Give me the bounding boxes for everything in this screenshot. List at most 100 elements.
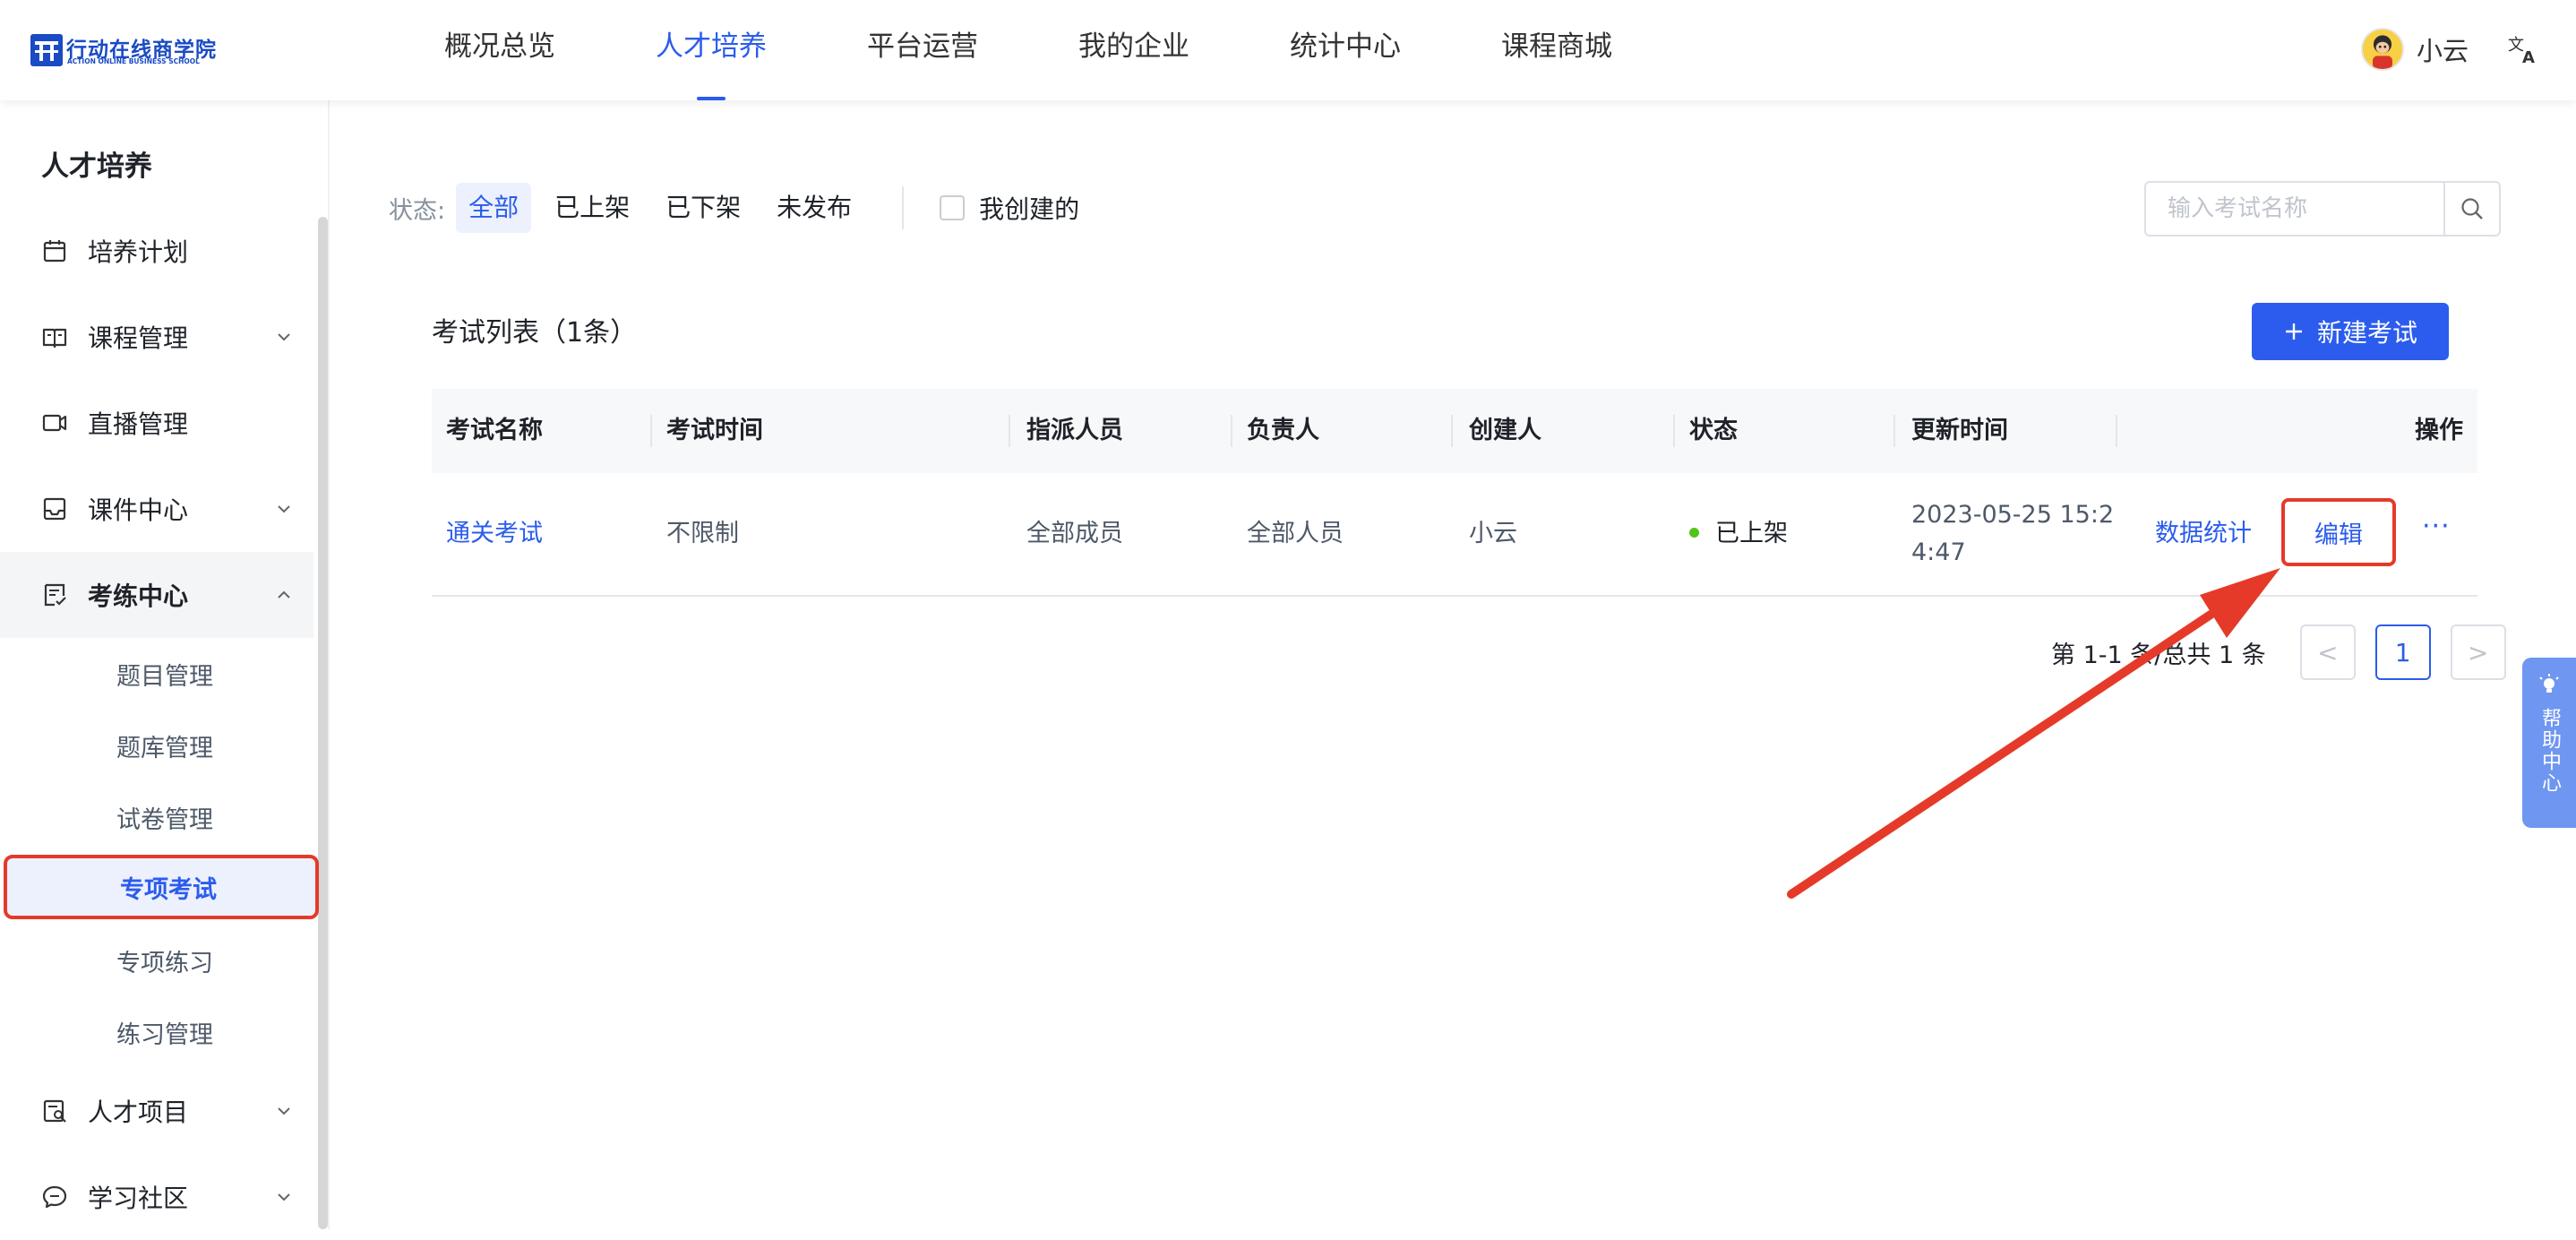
sidebar-item-label: 课程管理: [88, 323, 189, 353]
table-header: 考试名称 考试时间 指派人员 负责人 创建人 状态 更新时间 操作: [432, 389, 2477, 473]
sidebar-subitem-special-practice[interactable]: 专项练习: [0, 928, 313, 993]
page-1-button[interactable]: 1: [2374, 624, 2431, 680]
new-exam-label: 新建考试: [2316, 318, 2417, 348]
sidebar-item-label: 人才项目: [88, 1098, 189, 1127]
exam-list-title: 考试列表（1条）: [432, 317, 638, 349]
updated-time-line1: 2023-05-25 15:2: [1911, 501, 2115, 529]
person-search-icon: [43, 1099, 66, 1123]
column-separator: [1009, 415, 1010, 447]
top-header: 行动在线商学院 ACTION ONLINE BUSINESS SCHOOL 概况…: [0, 0, 2576, 100]
filter-unpublished[interactable]: 未发布: [764, 183, 864, 233]
exam-time: 不限制: [666, 520, 739, 547]
updated-time: 2023-05-25 15:2 4:47: [1911, 496, 2114, 577]
sidebar-item-live-management[interactable]: 直播管理: [0, 380, 313, 466]
sidebar-subitem-questions[interactable]: 题目管理: [0, 642, 313, 706]
main-nav: 概况总览 人才培养 平台运营 我的企业 统计中心 课程商城: [444, 0, 1713, 100]
nav-platform-ops[interactable]: 平台运营: [867, 0, 978, 100]
sidebar-subitem-papers[interactable]: 试卷管理: [0, 785, 313, 849]
status-text: 已上架: [1715, 520, 1788, 547]
exam-assignees: 全部成员: [1026, 520, 1123, 547]
column-header-actions: 操作: [2415, 417, 2463, 444]
svg-text:A: A: [2522, 48, 2535, 66]
chevron-down-icon: [278, 333, 290, 341]
column-separator: [2116, 415, 2117, 447]
table-row: 通关考试 不限制 全部成员 全部人员 小云 已上架 2023-05-25 15:…: [432, 473, 2477, 597]
more-actions-button[interactable]: ···: [2422, 473, 2451, 595]
column-header-time: 考试时间: [666, 417, 763, 444]
sidebar-item-label: 学习社区: [88, 1184, 189, 1213]
column-separator: [1673, 415, 1675, 447]
plus-icon: [2285, 323, 2302, 340]
sidebar-item-label: 考练中心: [88, 581, 189, 611]
nav-talent-training[interactable]: 人才培养: [656, 0, 767, 100]
sidebar-item-label: 课件中心: [88, 495, 189, 525]
logo-mark-icon: [30, 34, 63, 66]
sidebar-subitem-label: 专项考试: [120, 875, 217, 904]
column-header-updated: 更新时间: [1911, 417, 2008, 444]
column-header-creator: 创建人: [1469, 417, 1541, 444]
nav-overview[interactable]: 概况总览: [444, 0, 555, 100]
column-header-owner: 负责人: [1247, 417, 1319, 444]
checkbox-label: 我创建的: [979, 194, 1080, 224]
user-menu[interactable]: 小云: [2360, 27, 2469, 72]
calendar-icon: [43, 240, 66, 263]
sidebar-title: 人才培养: [41, 151, 152, 183]
status-filter-label: 状态:: [389, 196, 446, 225]
sidebar-scrollbar[interactable]: [318, 217, 328, 1229]
created-by-me-checkbox[interactable]: 我创建的: [940, 190, 1079, 226]
sidebar-item-course-management[interactable]: 课程管理: [0, 294, 313, 380]
translate-icon[interactable]: 文 A: [2506, 30, 2542, 66]
sidebar-subitem-special-exam[interactable]: 专项考试: [4, 855, 319, 919]
sidebar-item-label: 直播管理: [88, 409, 189, 439]
pagination: 第 1-1 条/总共 1 条 < 1 >: [2051, 624, 2506, 681]
sidebar: 人才培养 培养计划 课程管理 直播管理 课件中心 考练中心 题目管理 题库管理 …: [0, 100, 330, 1229]
search-button[interactable]: [2443, 183, 2499, 235]
help-center-widget[interactable]: 帮助中心: [2522, 658, 2576, 828]
status-dot: [1689, 528, 1699, 538]
nav-statistics[interactable]: 统计中心: [1290, 0, 1401, 100]
edit-button[interactable]: 编辑: [2281, 498, 2396, 566]
sidebar-subitem-label: 专项练习: [116, 949, 213, 977]
data-statistics-link[interactable]: 数据统计: [2155, 473, 2252, 595]
filter-delisted[interactable]: 已下架: [653, 183, 753, 233]
lightbulb-icon: [2539, 674, 2559, 693]
sidebar-subitem-practice-management[interactable]: 练习管理: [0, 1000, 313, 1064]
prev-page-button[interactable]: <: [2299, 624, 2356, 680]
sidebar-subitem-question-bank[interactable]: 题库管理: [0, 713, 313, 778]
sidebar-item-courseware[interactable]: 课件中心: [0, 466, 313, 552]
video-camera-icon: [42, 414, 67, 432]
chevron-up-icon: [278, 590, 290, 598]
column-header-name: 考试名称: [446, 417, 543, 444]
exam-owner: 全部人员: [1247, 520, 1344, 547]
sidebar-subitem-label: 题库管理: [116, 734, 213, 762]
sidebar-item-learning-community[interactable]: 学习社区: [0, 1154, 313, 1240]
filter-listed[interactable]: 已上架: [542, 183, 642, 233]
sidebar-item-talent-projects[interactable]: 人才项目: [0, 1068, 313, 1154]
filter-all[interactable]: 全部: [456, 183, 532, 233]
exam-name-link[interactable]: 通关考试: [446, 473, 543, 595]
edit-label: 编辑: [2314, 521, 2363, 549]
chevron-down-icon: [278, 1107, 290, 1115]
checkbox-box[interactable]: [940, 195, 966, 220]
nav-my-company[interactable]: 我的企业: [1078, 0, 1189, 100]
pagination-info: 第 1-1 条/总共 1 条: [2051, 641, 2266, 669]
new-exam-button[interactable]: 新建考试: [2252, 303, 2449, 360]
avatar: [2360, 28, 2404, 71]
column-separator: [1451, 415, 1453, 447]
inbox-icon: [43, 497, 66, 521]
sidebar-item-training-plan[interactable]: 培养计划: [0, 208, 313, 294]
search-input[interactable]: [2146, 183, 2442, 235]
column-separator: [1231, 415, 1232, 447]
sidebar-subitem-label: 试卷管理: [116, 805, 213, 834]
chat-icon: [42, 1185, 67, 1209]
nav-course-mall[interactable]: 课程商城: [1501, 0, 1612, 100]
status-filter: 状态: 全部 已上架 已下架 未发布 我创建的: [389, 182, 1079, 234]
logo-subtitle: ACTION ONLINE BUSINESS SCHOOL: [67, 57, 200, 65]
help-center-label: 帮助中心: [2538, 708, 2561, 794]
sidebar-item-exam-center[interactable]: 考练中心: [0, 552, 313, 638]
next-page-button[interactable]: >: [2450, 624, 2506, 680]
sidebar-subitem-label: 练习管理: [116, 1020, 213, 1049]
column-separator: [1893, 415, 1895, 447]
exam-search: [2144, 181, 2501, 237]
logo[interactable]: 行动在线商学院 ACTION ONLINE BUSINESS SCHOOL: [30, 32, 222, 70]
